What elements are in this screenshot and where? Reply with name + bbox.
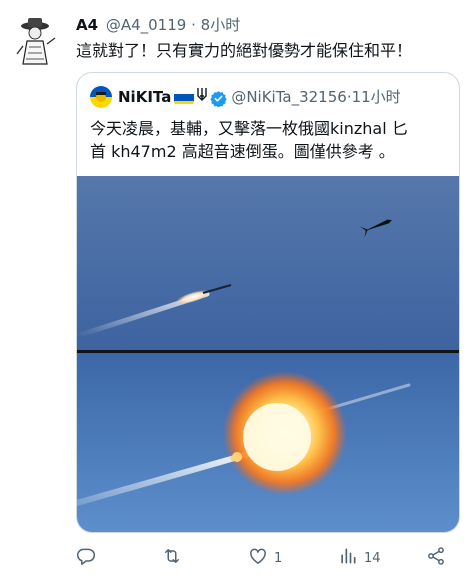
- author-name[interactable]: A4: [76, 16, 98, 34]
- quoted-tweet-header: NiKITa @NiKiTa_32156 · 11小时: [90, 84, 401, 110]
- reply-button[interactable]: [76, 544, 102, 572]
- quoted-author-avatar[interactable]: [90, 86, 112, 108]
- photo-interception-explosion[interactable]: [77, 353, 459, 532]
- author-handle[interactable]: @A4_0119: [106, 16, 186, 34]
- reply-icon: [76, 546, 96, 570]
- quoted-tweet[interactable]: NiKITa @NiKiTa_32156 · 11小时 今天凌晨，基輔，又擊落一…: [76, 72, 460, 533]
- tweet-text: 這就對了！只有實力的絕對優勢才能保住和平！: [76, 41, 413, 60]
- quoted-tweet-text: 今天凌晨，基輔，又擊落一枚俄國kinzhal 匕 首 kh47m2 高超音速倒蛋…: [90, 117, 452, 163]
- quoted-text-line: 首 kh47m2 高超音速倒蛋。圖僅供參考 。: [90, 142, 395, 161]
- tweet-actions: 1 14: [76, 544, 460, 572]
- tweet-timestamp[interactable]: 8小时: [201, 16, 241, 34]
- quoted-tweet-media[interactable]: [77, 176, 459, 532]
- heart-icon: [248, 546, 268, 570]
- author-avatar[interactable]: [14, 14, 58, 70]
- retweet-button[interactable]: [162, 544, 188, 572]
- like-count: 1: [274, 550, 283, 566]
- separator-dot: ·: [191, 16, 196, 34]
- photo-missile-launch[interactable]: [77, 176, 459, 350]
- tweet-header: A4 @A4_0119 · 8小时: [76, 14, 240, 36]
- share-icon: [426, 546, 446, 570]
- trident-icon: [197, 84, 208, 110]
- quoted-author-name[interactable]: NiKITa: [118, 84, 171, 110]
- verified-badge-icon: [210, 89, 228, 107]
- views-count: 14: [364, 550, 381, 566]
- views-icon: [338, 546, 358, 570]
- quoted-author-handle[interactable]: @NiKiTa_32156: [231, 84, 346, 110]
- retweet-icon: [162, 546, 182, 570]
- share-button[interactable]: [426, 544, 452, 572]
- quoted-tweet-timestamp[interactable]: 11小时: [352, 84, 401, 110]
- tweet[interactable]: A4 @A4_0119 · 8小时 這就對了！只有實力的絕對優勢才能保住和平！ …: [0, 0, 474, 583]
- quoted-text-line: 今天凌晨，基輔，又擊落一枚俄國kinzhal 匕: [90, 119, 408, 138]
- like-button[interactable]: 1: [248, 544, 282, 572]
- ukraine-flag-icon: [174, 90, 195, 104]
- views-button[interactable]: 14: [338, 544, 381, 572]
